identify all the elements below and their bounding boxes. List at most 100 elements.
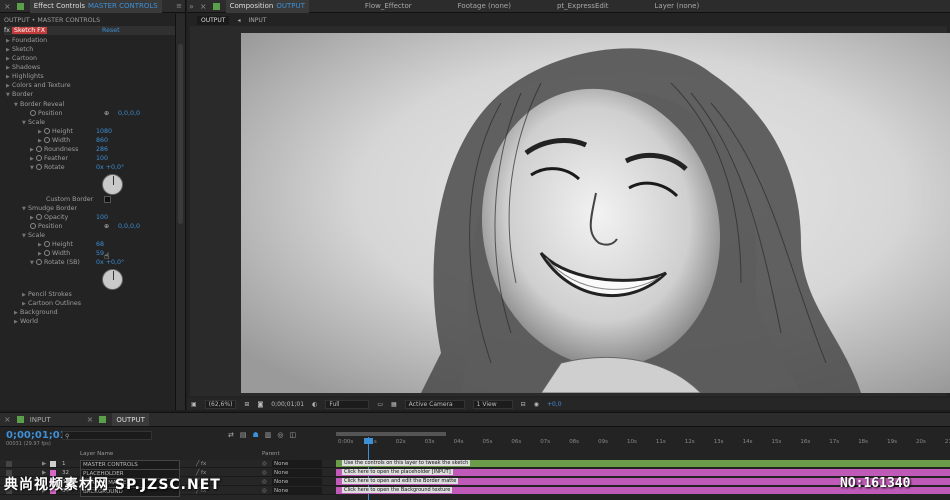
fx-row[interactable]: ▶ Sketch bbox=[6, 45, 176, 54]
stopwatch-icon[interactable] bbox=[36, 155, 42, 161]
parent-dropdown[interactable]: None bbox=[272, 469, 322, 477]
fx-row[interactable]: ▼ Smudge Border bbox=[22, 204, 176, 213]
fx-row-value[interactable]: 68 bbox=[96, 240, 104, 249]
channel-icon[interactable]: ◐ bbox=[312, 401, 317, 408]
fx-row[interactable]: Position ⊕ 0,0,0,0 bbox=[30, 109, 176, 118]
layer-row[interactable]: ▶ 1 MASTER CONTROLS ╱ fx ◎ None bbox=[0, 460, 336, 470]
fx-row[interactable]: Custom Border bbox=[46, 195, 176, 204]
views-dropdown[interactable]: 1 View bbox=[472, 399, 513, 409]
fx-row-value[interactable]: 860 bbox=[96, 136, 108, 145]
fx-row[interactable]: ▼ Border bbox=[6, 90, 176, 99]
fx-row-value[interactable]: 0,0,0,0 bbox=[118, 222, 140, 231]
layer-bar[interactable]: Click here to open the placeholder [INPU… bbox=[336, 469, 950, 476]
fx-row-value[interactable]: 0,0,0,0 bbox=[118, 109, 140, 118]
close-icon[interactable]: × bbox=[4, 2, 11, 11]
frame-blend-icon[interactable]: ▥ bbox=[265, 431, 272, 439]
composition-viewer[interactable] bbox=[190, 26, 950, 396]
fx-row[interactable]: ▼ Border Reveal bbox=[14, 100, 176, 109]
stopwatch-icon[interactable] bbox=[44, 137, 50, 143]
fx-row[interactable]: ▶ Pencil Strokes bbox=[22, 290, 176, 299]
fx-row-value[interactable]: 0x +0,0° bbox=[96, 258, 124, 267]
rotate-sb-dial[interactable] bbox=[102, 269, 123, 290]
rotate-dial[interactable] bbox=[102, 174, 123, 195]
time-ruler[interactable]: 0:00s01s02s03s04s05s06s07s08s09s10s11s12… bbox=[336, 429, 950, 447]
tab-express-edit[interactable]: pt_ExpressEdit bbox=[557, 2, 609, 10]
motion-blur-icon[interactable]: ◎ bbox=[277, 431, 283, 439]
camera-icon[interactable]: ◙ bbox=[257, 401, 263, 408]
fx-row[interactable]: ▶ Highlights bbox=[6, 72, 176, 81]
stopwatch-icon[interactable] bbox=[30, 110, 36, 116]
fx-row[interactable]: ▶ World bbox=[14, 317, 176, 326]
fx-row[interactable]: ▶ Foundation bbox=[6, 36, 176, 45]
draft-3d-icon[interactable]: ▤ bbox=[240, 431, 247, 439]
tab-footage[interactable]: Footage (none) bbox=[458, 2, 511, 10]
timecode[interactable]: 0;00;01;01 bbox=[271, 401, 304, 408]
fx-header-row[interactable]: fx Sketch FX Reset bbox=[4, 26, 176, 35]
shy-icon[interactable]: ☗ bbox=[253, 431, 259, 439]
fx-row[interactable]: ▶ Colors and Texture bbox=[6, 81, 176, 90]
fx-row[interactable]: ▼ Rotate 0x +0,0° bbox=[30, 163, 176, 172]
fx-row-value[interactable]: 100 bbox=[96, 213, 108, 222]
exposure-value[interactable]: +0,0 bbox=[547, 401, 562, 408]
scroll-thumb[interactable] bbox=[178, 44, 183, 224]
comp-flowchart-icon[interactable]: ⇄ bbox=[228, 431, 234, 439]
stopwatch-icon[interactable] bbox=[36, 259, 42, 265]
fx-row-value[interactable]: 100 bbox=[96, 154, 108, 163]
fx-row[interactable]: ▼ Scale bbox=[22, 231, 176, 240]
subtab-output[interactable]: OUTPUT bbox=[197, 16, 230, 25]
fx-row[interactable]: ▼ Rotate (SB) 0x +0,0° bbox=[30, 258, 176, 267]
tab-composition[interactable]: Composition OUTPUT bbox=[225, 0, 309, 13]
fx-row-value[interactable]: 0x +0,0° bbox=[96, 163, 124, 172]
subtab-input[interactable]: INPUT bbox=[248, 17, 266, 24]
layer-bar[interactable]: Use the controls on this layer to tweak … bbox=[336, 460, 950, 467]
fx-row[interactable]: Position ⊕ 0,0,0,0 bbox=[30, 222, 176, 231]
stopwatch-icon[interactable] bbox=[44, 241, 50, 247]
fx-row[interactable]: ▶ Feather 100 bbox=[30, 154, 176, 163]
crosshair-icon[interactable]: ⊕ bbox=[104, 109, 109, 118]
close-icon[interactable]: × bbox=[200, 2, 207, 11]
stopwatch-icon[interactable] bbox=[36, 164, 42, 170]
fx-row-value[interactable]: 59 bbox=[96, 249, 104, 258]
stopwatch-icon[interactable] bbox=[44, 250, 50, 256]
label-color[interactable] bbox=[50, 461, 56, 467]
fx-row[interactable]: ▶ Height 68 bbox=[38, 240, 176, 249]
grid-icon[interactable]: ⊞ bbox=[244, 401, 249, 408]
tab-output[interactable]: OUTPUT bbox=[112, 413, 149, 426]
fx-row[interactable]: ▶ Cartoon Outlines bbox=[22, 299, 176, 308]
fx-row[interactable]: ▶ Cartoon bbox=[6, 54, 176, 63]
fx-row[interactable]: ▼ Scale bbox=[22, 118, 176, 127]
tab-input[interactable]: INPUT bbox=[30, 416, 51, 424]
tab-flow-effector[interactable]: Flow_Effector bbox=[365, 2, 412, 10]
tab-effect-controls[interactable]: Effect Controls MASTER CONTROLS bbox=[29, 0, 162, 13]
stopwatch-icon[interactable] bbox=[44, 128, 50, 134]
transparency-icon[interactable]: ▦ bbox=[391, 401, 397, 408]
fx-row[interactable]: ▶ Height 1080 bbox=[38, 127, 176, 136]
scrollbar[interactable] bbox=[175, 14, 185, 410]
fx-row[interactable]: ▶ Shadows bbox=[6, 63, 176, 72]
parent-icon[interactable]: ◎ bbox=[262, 487, 267, 495]
tab-layer[interactable]: Layer (none) bbox=[655, 2, 700, 10]
fx-row[interactable]: ▶ Width 860 bbox=[38, 136, 176, 145]
fx-row[interactable]: ▶ Background bbox=[14, 308, 176, 317]
stopwatch-icon[interactable] bbox=[36, 214, 42, 220]
fx-row-value[interactable]: 1080 bbox=[96, 127, 112, 136]
expand-triangle-icon[interactable]: ▶ bbox=[42, 460, 46, 468]
parent-dropdown[interactable]: None bbox=[272, 487, 322, 495]
close-icon[interactable]: × bbox=[87, 415, 94, 424]
custom-border-checkbox[interactable] bbox=[104, 196, 111, 203]
zoom-dropdown[interactable]: (62,6%) bbox=[204, 399, 237, 409]
close-icon[interactable]: × bbox=[4, 415, 11, 424]
reset-exposure-icon[interactable]: ◉ bbox=[534, 401, 539, 408]
camera-dropdown[interactable]: Active Camera bbox=[404, 399, 465, 409]
search-input[interactable]: ⚲ bbox=[62, 431, 152, 440]
panel-collapse-icon[interactable]: » bbox=[189, 2, 194, 11]
fx-row[interactable]: ▶ Opacity 100 bbox=[30, 213, 176, 222]
parent-dropdown[interactable]: None bbox=[272, 460, 322, 468]
timeline-timecode[interactable]: 0;00;01;01 bbox=[6, 430, 67, 441]
visibility-icon[interactable] bbox=[6, 461, 12, 467]
fx-switch-icon[interactable]: ╱ fx bbox=[196, 460, 206, 468]
crosshair-icon[interactable]: ⊕ bbox=[104, 222, 109, 231]
region-icon[interactable]: ▭ bbox=[377, 401, 383, 408]
parent-dropdown[interactable]: None bbox=[272, 478, 322, 486]
parent-icon[interactable]: ◎ bbox=[262, 469, 267, 477]
